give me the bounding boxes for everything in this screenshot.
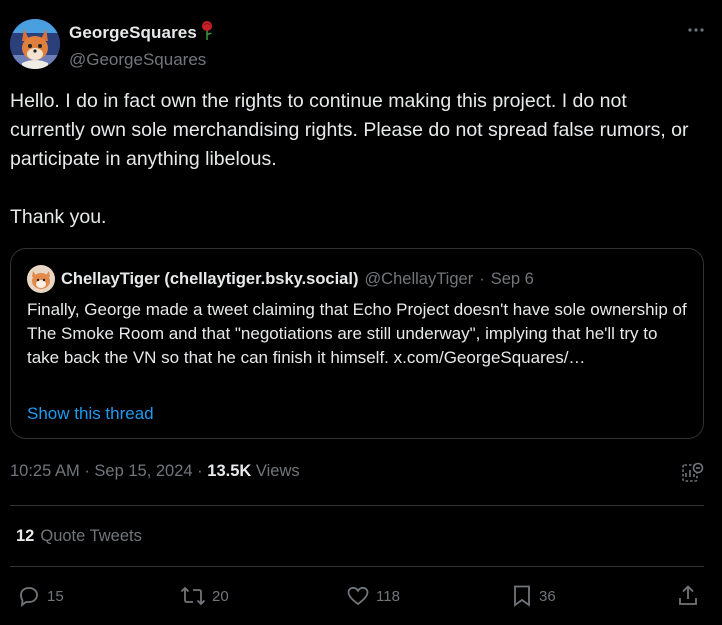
quoted-author-handle: @ChellayTiger <box>364 269 474 288</box>
share-button[interactable] <box>676 584 700 608</box>
quoted-separator: · <box>479 269 485 288</box>
views-label: Views <box>255 462 300 480</box>
tweet-date[interactable]: Sep 15, 2024 <box>94 462 192 480</box>
share-icon <box>676 584 700 608</box>
bookmark-icon <box>511 584 533 608</box>
reply-icon <box>17 584 41 608</box>
quoted-tweet[interactable]: ChellayTiger (chellaytiger.bsky.social) … <box>10 248 704 439</box>
reply-button[interactable]: 15 <box>17 584 64 608</box>
quoted-author-avatar <box>27 265 55 293</box>
divider <box>10 505 704 506</box>
heart-icon <box>346 584 370 608</box>
views-count: 13.5K <box>207 462 252 480</box>
quoted-author-name: ChellayTiger (chellaytiger.bsky.social) <box>61 269 359 288</box>
tweet-time[interactable]: 10:25 AM <box>10 462 80 480</box>
show-thread-link[interactable]: Show this thread <box>27 404 154 424</box>
author-name[interactable]: GeorgeSquares <box>69 23 197 43</box>
like-count: 118 <box>376 587 400 605</box>
bookmark-count: 36 <box>539 587 556 605</box>
author-avatar[interactable] <box>10 19 60 69</box>
author-block: GeorgeSquares @GeorgeSquares <box>69 20 214 70</box>
author-handle[interactable]: @GeorgeSquares <box>69 50 214 70</box>
meta-separator: · <box>84 462 90 480</box>
quoted-date: Sep 6 <box>490 269 534 288</box>
quote-tweets-link[interactable]: 12 Quote Tweets <box>16 527 142 546</box>
retweet-icon <box>180 584 206 608</box>
bookmark-button[interactable]: 36 <box>511 584 556 608</box>
like-button[interactable]: 118 <box>346 584 400 608</box>
tweet-text: Hello. I do in fact own the rights to co… <box>10 90 689 228</box>
tweet-meta: 10:25 AM · Sep 15, 2024 · 13.5K Views <box>10 462 300 481</box>
quoted-tweet-text: Finally, George made a tweet claiming th… <box>27 300 687 367</box>
retweet-count: 20 <box>212 587 229 605</box>
rose-icon <box>200 20 214 45</box>
analytics-icon[interactable] <box>681 461 705 490</box>
reply-count: 15 <box>47 587 64 605</box>
action-bar: 15 20 118 36 <box>0 584 722 614</box>
quote-tweets-count: 12 <box>16 527 35 545</box>
meta-separator: · <box>197 462 203 480</box>
more-options-icon[interactable] <box>686 20 706 45</box>
quoted-tweet-header: ChellayTiger (chellaytiger.bsky.social) … <box>27 265 534 293</box>
retweet-button[interactable]: 20 <box>180 584 229 608</box>
quote-tweets-label: Quote Tweets <box>40 527 142 545</box>
divider <box>10 566 704 567</box>
tweet-detail: GeorgeSquares @GeorgeSquares Hello. I do… <box>0 0 722 625</box>
